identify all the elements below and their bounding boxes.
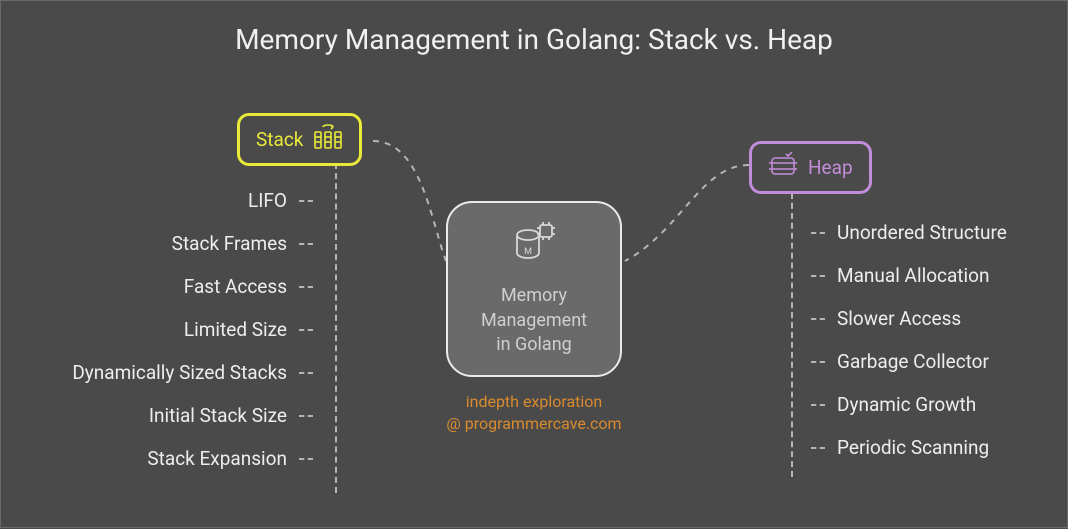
tick-icon xyxy=(811,361,825,363)
tick-icon xyxy=(299,200,313,202)
heap-item-label: Periodic Scanning xyxy=(837,436,989,459)
footer-line-1: indepth exploration xyxy=(446,391,621,413)
tick-icon xyxy=(299,243,313,245)
stack-item-label: Limited Size xyxy=(184,318,287,341)
stack-item-label: Stack Frames xyxy=(172,232,287,255)
center-line-2: Management xyxy=(481,309,587,333)
list-item: Slower Access xyxy=(811,307,1007,330)
tick-icon xyxy=(811,275,825,277)
list-item: Manual Allocation xyxy=(811,264,1007,287)
footer-line-2: @ programmercave.com xyxy=(446,413,621,435)
tick-icon xyxy=(811,318,825,320)
stack-guide-line xyxy=(335,163,337,493)
list-item: Unordered Structure xyxy=(811,221,1007,244)
list-item: Dynamically Sized Stacks xyxy=(72,361,313,384)
heap-items: Unordered Structure Manual Allocation Sl… xyxy=(811,221,1007,459)
stack-item-label: Dynamically Sized Stacks xyxy=(72,361,287,384)
stack-label: Stack xyxy=(256,128,303,151)
stack-icon xyxy=(313,124,343,155)
page-title: Memory Management in Golang: Stack vs. H… xyxy=(1,1,1067,56)
heap-item-label: Garbage Collector xyxy=(837,350,989,373)
tick-icon xyxy=(299,372,313,374)
tick-icon xyxy=(299,458,313,460)
svg-text:M: M xyxy=(524,247,532,257)
list-item: Initial Stack Size xyxy=(72,404,313,427)
list-item: Garbage Collector xyxy=(811,350,1007,373)
stack-item-label: Fast Access xyxy=(184,275,287,298)
heap-icon xyxy=(768,152,798,183)
list-item: Limited Size xyxy=(72,318,313,341)
tick-icon xyxy=(299,415,313,417)
heap-item-label: Dynamic Growth xyxy=(837,393,976,416)
heap-item-label: Slower Access xyxy=(837,307,961,330)
heap-item-label: Manual Allocation xyxy=(837,264,989,287)
heap-guide-line xyxy=(791,193,793,477)
heap-node: Heap xyxy=(749,141,872,194)
list-item: Stack Expansion xyxy=(72,447,313,470)
list-item: Periodic Scanning xyxy=(811,436,1007,459)
tick-icon xyxy=(299,286,313,288)
center-line-3: in Golang xyxy=(496,333,572,357)
tick-icon xyxy=(811,447,825,449)
list-item: LIFO xyxy=(72,189,313,212)
center-node: M Memory Management in Golang xyxy=(446,201,622,377)
list-item: Fast Access xyxy=(72,275,313,298)
stack-items: LIFO Stack Frames Fast Access Limited Si… xyxy=(72,189,313,470)
list-item: Stack Frames xyxy=(72,232,313,255)
tick-icon xyxy=(299,329,313,331)
stack-item-label: Stack Expansion xyxy=(147,447,287,470)
tick-icon xyxy=(811,232,825,234)
heap-label: Heap xyxy=(808,156,853,179)
memory-icon: M xyxy=(510,221,558,272)
center-line-1: Memory xyxy=(501,284,567,308)
footer-attribution: indepth exploration @ programmercave.com xyxy=(446,391,621,434)
list-item: Dynamic Growth xyxy=(811,393,1007,416)
tick-icon xyxy=(811,404,825,406)
stack-node: Stack xyxy=(237,113,362,166)
heap-item-label: Unordered Structure xyxy=(837,221,1007,244)
stack-item-label: Initial Stack Size xyxy=(149,404,287,427)
stack-item-label: LIFO xyxy=(248,189,287,212)
